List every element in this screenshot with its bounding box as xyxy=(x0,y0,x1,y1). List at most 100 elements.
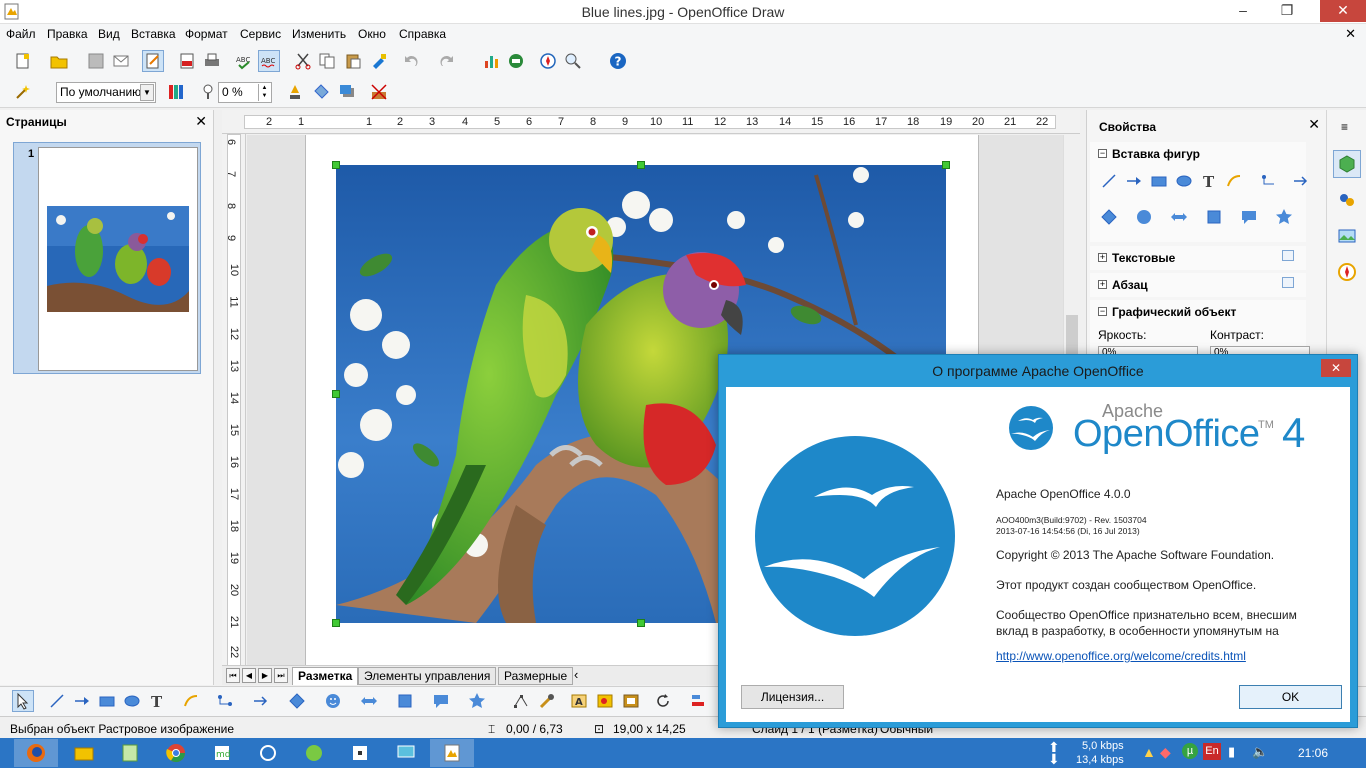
sidebar-curve-icon[interactable] xyxy=(1223,170,1245,192)
spin-arrows-icon[interactable]: ▲ ▼ xyxy=(258,84,270,101)
collapse-icon[interactable]: − xyxy=(1098,149,1107,158)
close-window-button[interactable]: ✕ xyxy=(1320,0,1366,22)
close-pages-pane-button[interactable]: ✕ xyxy=(195,113,207,130)
explorer-taskbar-icon[interactable] xyxy=(62,739,106,767)
menu-edit[interactable]: Правка xyxy=(47,27,88,41)
insert-shapes-heading[interactable]: Вставка фигур xyxy=(1112,147,1200,161)
zoom-icon[interactable] xyxy=(562,50,584,72)
tab-dimension-lines[interactable]: Размерные xyxy=(498,667,574,685)
ellipse-tool-icon[interactable] xyxy=(121,690,143,712)
utorrent-app-taskbar-icon[interactable] xyxy=(292,739,336,767)
sidebar-arrow-icon[interactable] xyxy=(1123,170,1145,192)
antivirus-tray-icon[interactable]: ◆ xyxy=(1160,744,1171,761)
spellcheck-icon[interactable]: ABC xyxy=(233,50,255,72)
basic-shapes-icon[interactable] xyxy=(286,690,308,712)
minimize-button[interactable]: ‒ xyxy=(1228,0,1258,22)
network-app-taskbar-icon[interactable] xyxy=(246,739,290,767)
chrome-taskbar-icon[interactable] xyxy=(154,739,198,767)
open-folder-icon[interactable] xyxy=(48,50,70,72)
notepad-taskbar-icon[interactable] xyxy=(108,739,152,767)
area-color-icon[interactable] xyxy=(165,81,187,103)
mail-icon[interactable] xyxy=(110,50,132,72)
line-color-icon[interactable] xyxy=(284,81,306,103)
clone-formatting-icon[interactable] xyxy=(368,50,390,72)
block-arrows-icon[interactable] xyxy=(358,690,380,712)
chevron-down-icon[interactable]: ▼ xyxy=(140,84,154,101)
transparency-field[interactable]: 0 % ▲ ▼ xyxy=(218,82,272,103)
sidebar-symbol-shapes-icon[interactable] xyxy=(1133,206,1155,228)
sidebar-lines-arrows-icon[interactable] xyxy=(1290,170,1312,192)
stars-icon[interactable] xyxy=(466,690,488,712)
cut-icon[interactable] xyxy=(292,50,314,72)
shadow-icon[interactable] xyxy=(336,81,358,103)
graphic-heading[interactable]: Графический объект xyxy=(1112,305,1236,319)
language-indicator[interactable]: En xyxy=(1203,743,1221,760)
selection-handle[interactable] xyxy=(637,161,645,169)
tab-controls[interactable]: Элементы управления xyxy=(358,667,497,685)
glue-points-icon[interactable] xyxy=(536,690,558,712)
menu-modify[interactable]: Изменить xyxy=(292,27,346,41)
line-tool-icon[interactable] xyxy=(46,690,68,712)
selection-handle[interactable] xyxy=(637,619,645,627)
expand-icon[interactable]: + xyxy=(1098,280,1107,289)
last-layer-button[interactable]: ⏭ xyxy=(274,668,288,683)
close-sidebar-button[interactable]: ✕ xyxy=(1308,116,1320,133)
collapse-icon[interactable]: − xyxy=(1098,307,1107,316)
sidebar-menu-icon[interactable]: ≡ xyxy=(1341,120,1348,134)
rotate-icon[interactable] xyxy=(652,690,674,712)
gallery-tool-icon[interactable] xyxy=(620,690,642,712)
selection-handle[interactable] xyxy=(332,161,340,169)
warning-tray-icon[interactable]: ▲ xyxy=(1142,744,1156,760)
menu-format[interactable]: Формат xyxy=(185,27,228,41)
openoffice-taskbar-icon[interactable] xyxy=(430,739,474,767)
tab-layout[interactable]: Разметка xyxy=(292,667,359,685)
ok-button[interactable]: OK xyxy=(1239,685,1342,709)
text-tool-icon[interactable]: T xyxy=(146,690,168,712)
volume-tray-icon[interactable]: 🔈 xyxy=(1252,744,1268,760)
arrow-line-icon[interactable] xyxy=(71,690,93,712)
menu-window[interactable]: Окно xyxy=(358,27,386,41)
paragraph-heading[interactable]: Абзац xyxy=(1112,278,1148,292)
text-heading[interactable]: Текстовые xyxy=(1112,251,1175,265)
vertical-ruler[interactable]: 6 7 8 9 10 11 12 13 14 15 16 17 18 19 20… xyxy=(222,134,246,666)
sidebar-flowchart-icon[interactable] xyxy=(1203,206,1225,228)
flowchart-icon[interactable] xyxy=(394,690,416,712)
toggle-point-edit-icon[interactable] xyxy=(368,81,390,103)
sidebar-stars-icon[interactable] xyxy=(1273,206,1295,228)
menu-view[interactable]: Вид xyxy=(98,27,120,41)
selection-handle[interactable] xyxy=(332,619,340,627)
close-document-button[interactable]: ✕ xyxy=(1345,26,1356,42)
more-options-icon[interactable] xyxy=(1282,277,1294,288)
connector-tool-icon[interactable] xyxy=(214,690,236,712)
undo-icon[interactable] xyxy=(400,50,422,72)
signal-tray-icon[interactable]: ▮ xyxy=(1228,744,1235,760)
gallery-icon[interactable] xyxy=(505,50,527,72)
export-pdf-icon[interactable] xyxy=(176,50,198,72)
menu-help[interactable]: Справка xyxy=(399,27,446,41)
area-fill-icon[interactable] xyxy=(310,81,332,103)
select-arrow-icon[interactable] xyxy=(12,690,34,712)
clock[interactable]: 21:06 xyxy=(1298,746,1328,760)
more-options-icon[interactable] xyxy=(1282,250,1294,261)
gallery-tab-icon[interactable] xyxy=(1333,222,1361,250)
sidebar-callouts-icon[interactable] xyxy=(1238,206,1260,228)
sidebar-connector-icon[interactable] xyxy=(1258,170,1280,192)
copy-icon[interactable] xyxy=(316,50,338,72)
rectangle-tool-icon[interactable] xyxy=(96,690,118,712)
media-taskbar-icon[interactable]: md xyxy=(200,739,244,767)
curve-tool-icon[interactable] xyxy=(180,690,202,712)
monitor-app-taskbar-icon[interactable] xyxy=(384,739,428,767)
sidebar-rectangle-icon[interactable] xyxy=(1148,170,1170,192)
license-button[interactable]: Лицензия... xyxy=(741,685,844,709)
lines-arrows-icon[interactable] xyxy=(250,690,272,712)
from-file-icon[interactable] xyxy=(594,690,616,712)
edit-file-icon[interactable] xyxy=(142,50,164,72)
window-app-taskbar-icon[interactable] xyxy=(338,739,382,767)
next-layer-button[interactable]: ▶ xyxy=(258,668,272,683)
print-icon[interactable] xyxy=(201,50,223,72)
redo-icon[interactable] xyxy=(436,50,458,72)
align-icon[interactable] xyxy=(688,690,710,712)
sidebar-block-arrows-icon[interactable] xyxy=(1168,206,1190,228)
prev-layer-button[interactable]: ◀ xyxy=(242,668,256,683)
style-combobox[interactable]: По умолчанию ▼ xyxy=(56,82,156,103)
